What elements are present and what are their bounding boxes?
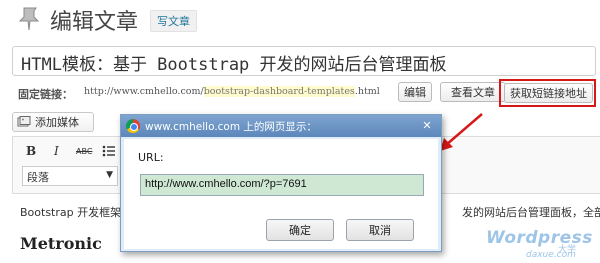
- edit-permalink-button[interactable]: 编辑: [398, 82, 432, 102]
- get-shortlink-button[interactable]: 获取短链接地址: [504, 83, 593, 103]
- url-label: URL:: [138, 151, 164, 164]
- permalink-row: 固定链接： http://www.cmhello.com/bootstrap-d…: [18, 79, 598, 107]
- italic-icon[interactable]: I: [54, 144, 59, 158]
- content-text-right: 发的网站后台管理面板，全部都: [462, 206, 600, 219]
- pushpin-icon: [18, 7, 40, 31]
- content-heading: Metronic: [20, 234, 102, 253]
- add-media-label: 添加媒体: [35, 116, 79, 129]
- view-post-button[interactable]: 查看文章: [440, 82, 506, 102]
- format-select[interactable]: 段落 ▼: [22, 166, 118, 186]
- dialog-body: URL: http://www.cmhello.com/?p=7691 确定 取…: [124, 139, 438, 249]
- permalink-label: 固定链接：: [18, 88, 73, 101]
- cancel-button[interactable]: 取消: [346, 219, 414, 241]
- watermark-domain: daxue.com: [526, 250, 576, 260]
- chevron-down-icon: ▼: [106, 170, 113, 180]
- page-header: 编辑文章 写文章: [0, 0, 600, 40]
- permalink-suffix: .html: [354, 86, 380, 97]
- url-dialog: www.cmhello.com 上的网页显示： ✕ URL: http://ww…: [120, 114, 442, 252]
- permalink-prefix: http://www.cmhello.com/: [84, 86, 204, 97]
- close-icon[interactable]: ✕: [419, 118, 435, 133]
- watermark-logo: Wordpress 大学 daxue.com: [486, 228, 596, 262]
- editor-toolbar-row1: B I ABC: [12, 140, 122, 164]
- watermark-main: Wordpress: [486, 228, 593, 248]
- ok-button[interactable]: 确定: [266, 219, 334, 241]
- chrome-icon: [126, 119, 140, 133]
- post-title-input[interactable]: HTML模板：基于 Bootstrap 开发的网站后台管理面板: [12, 46, 596, 76]
- dialog-title: www.cmhello.com 上的网页显示：: [145, 120, 317, 133]
- permalink-slug[interactable]: bootstrap-dashboard-templates: [203, 86, 355, 97]
- strikethrough-icon[interactable]: ABC: [76, 147, 92, 156]
- bold-icon[interactable]: B: [26, 144, 36, 158]
- content-text-left: Bootstrap 开发框架: [20, 206, 122, 219]
- format-select-value: 段落: [27, 171, 49, 184]
- bullet-list-icon[interactable]: [102, 144, 116, 158]
- dialog-titlebar[interactable]: www.cmhello.com 上的网页显示： ✕: [121, 115, 441, 137]
- url-field[interactable]: http://www.cmhello.com/?p=7691: [140, 174, 424, 196]
- media-icon: [17, 116, 31, 127]
- page-title: 编辑文章: [50, 10, 139, 35]
- add-media-button[interactable]: 添加媒体: [12, 112, 94, 132]
- write-post-link[interactable]: 写文章: [150, 10, 197, 32]
- permalink-url[interactable]: http://www.cmhello.com/bootstrap-dashboa…: [84, 86, 380, 97]
